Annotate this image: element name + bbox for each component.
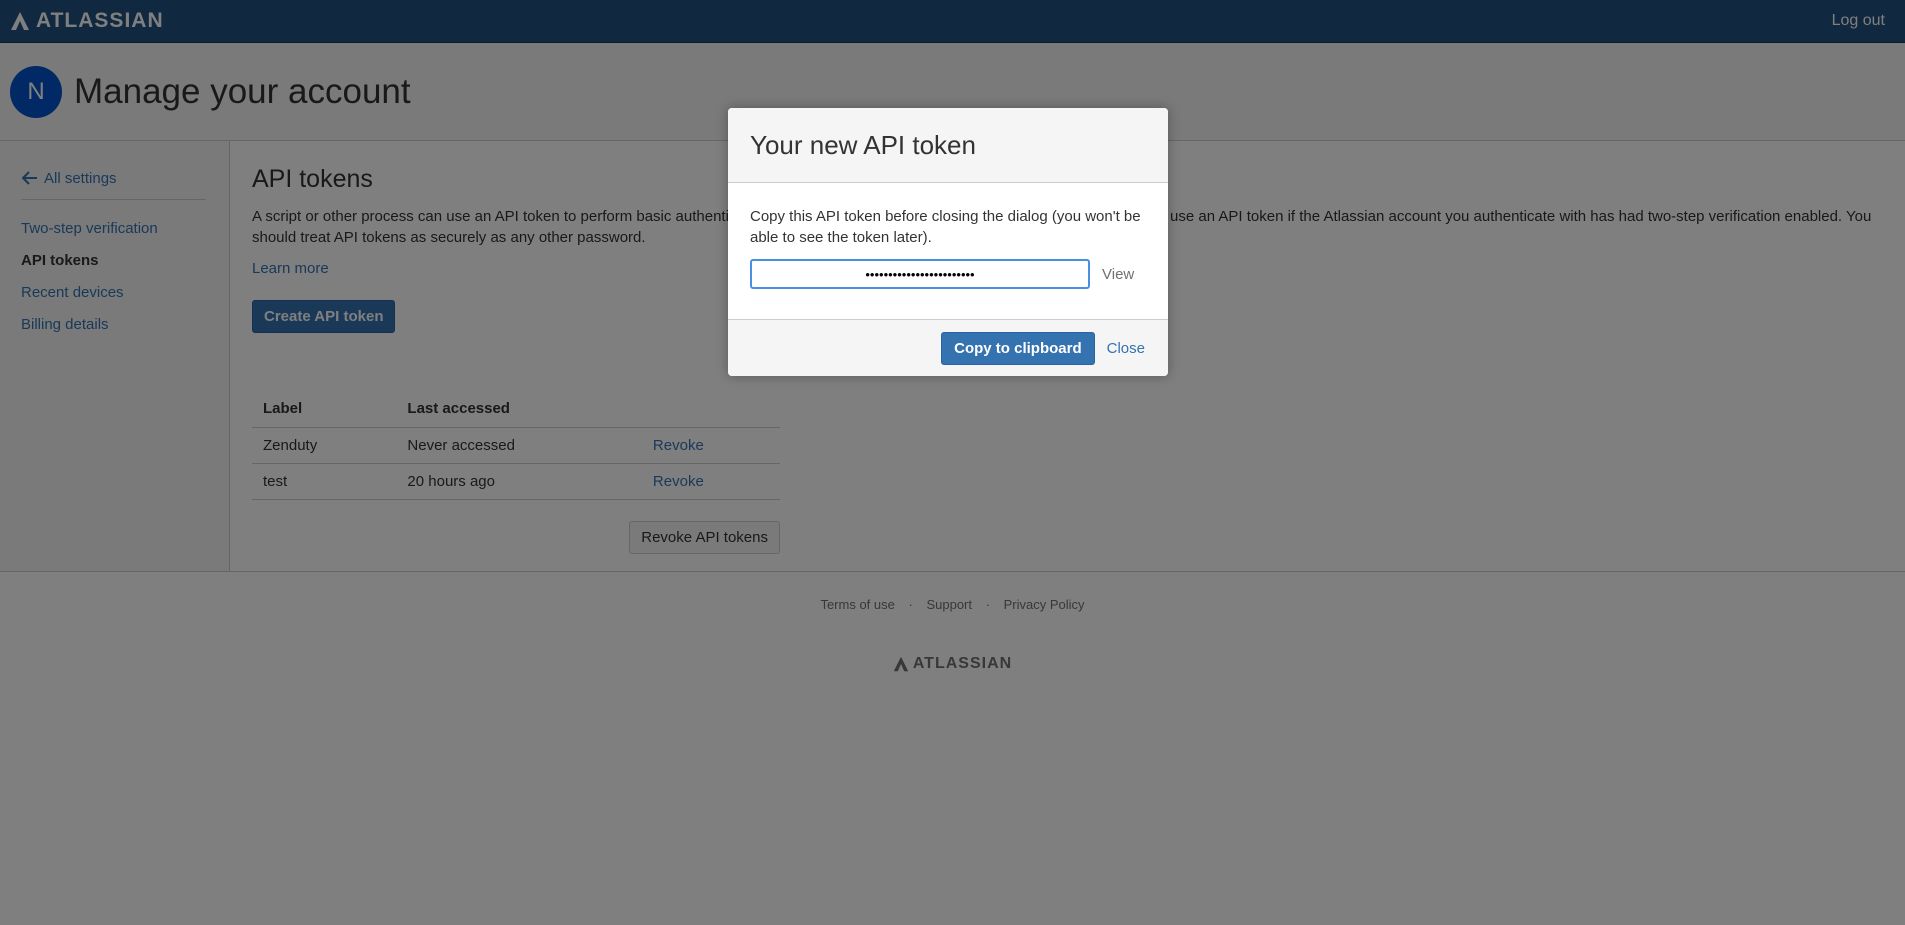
api-token-field[interactable] [750,259,1090,289]
copy-to-clipboard-button[interactable]: Copy to clipboard [941,331,1095,365]
dialog-body: Copy this API token before closing the d… [728,183,1168,320]
dialog-header: Your new API token [728,108,1168,183]
dialog-title: Your new API token [750,129,976,160]
dialog-message: Copy this API token before closing the d… [750,208,1141,246]
token-row: View [750,259,1146,289]
close-dialog-link[interactable]: Close [1107,340,1145,357]
view-token-link[interactable]: View [1102,266,1134,283]
new-api-token-dialog: Your new API token Copy this API token b… [728,108,1168,376]
dialog-footer: Copy to clipboard Close [728,320,1168,376]
